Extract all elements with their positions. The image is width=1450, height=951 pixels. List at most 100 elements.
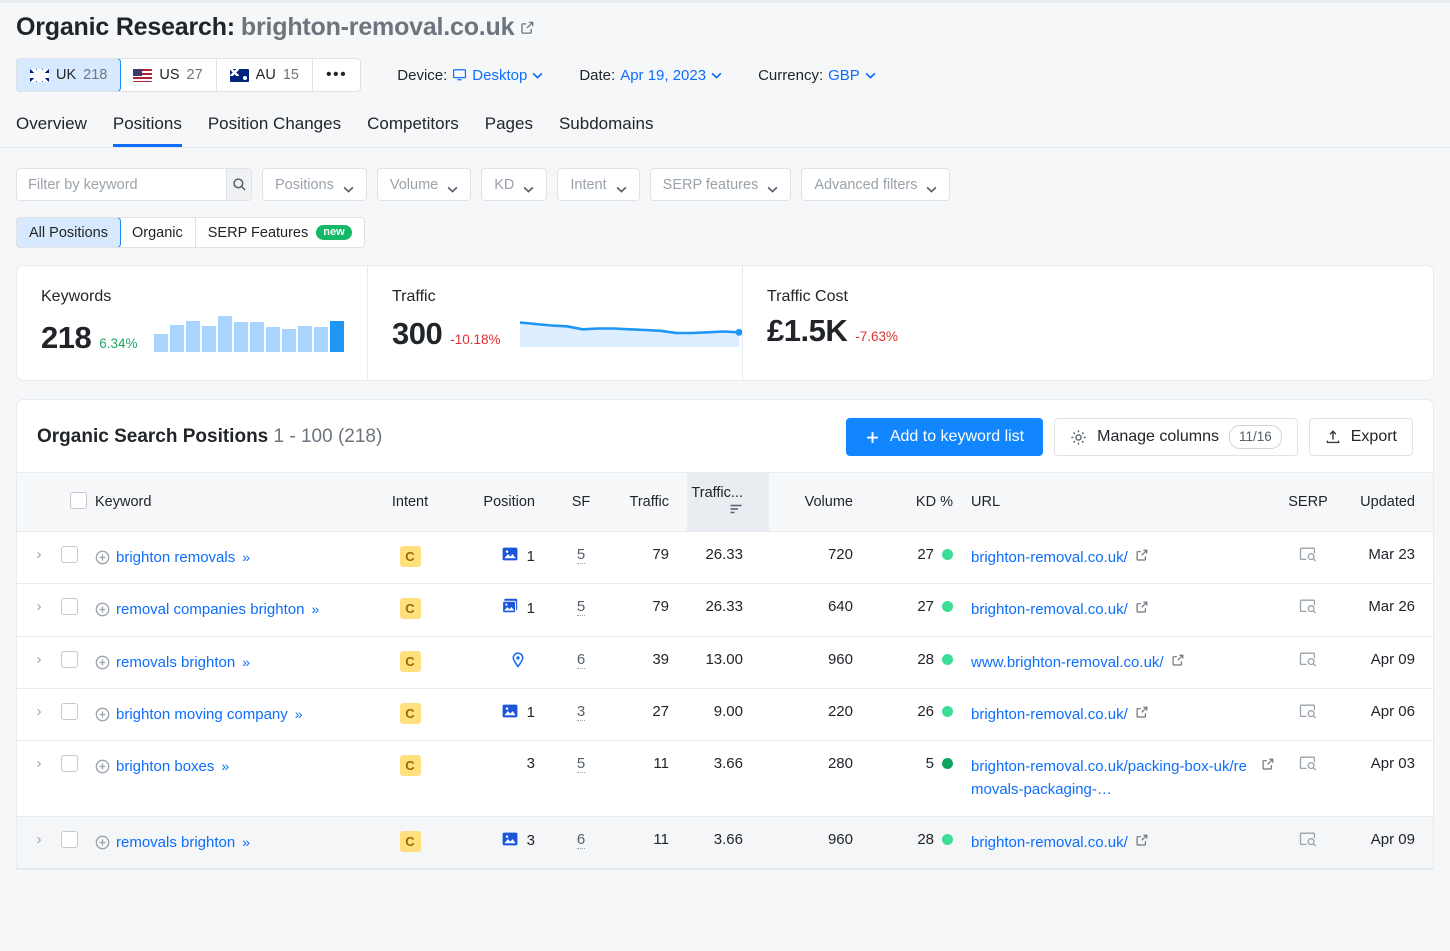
th-traffic-percent[interactable]: Traffic...: [687, 472, 769, 532]
local-pack-pin-icon[interactable]: [510, 651, 526, 672]
url-link[interactable]: brighton-removal.co.uk/: [971, 831, 1128, 854]
row-checkbox[interactable]: [61, 650, 78, 668]
image-pack-icon[interactable]: [502, 546, 518, 566]
database-item-us[interactable]: US 27: [120, 59, 217, 91]
image-pack-icon[interactable]: [502, 703, 518, 723]
row-checkbox[interactable]: [61, 830, 78, 848]
tab-competitors[interactable]: Competitors: [367, 114, 459, 147]
add-to-keyword-list-button[interactable]: Add to keyword list: [845, 418, 1044, 456]
serp-preview-icon[interactable]: [1299, 599, 1317, 618]
external-link-small-icon[interactable]: [1171, 653, 1185, 671]
intent-badge[interactable]: C: [399, 702, 421, 724]
serp-preview-icon[interactable]: [1299, 547, 1317, 566]
tab-pages[interactable]: Pages: [485, 114, 533, 147]
external-link-small-icon[interactable]: [1135, 600, 1149, 618]
th-position[interactable]: Position: [445, 472, 557, 532]
keyword-overview-arrows-icon[interactable]: »: [221, 758, 229, 774]
sf-value[interactable]: 3: [576, 702, 586, 721]
url-link[interactable]: brighton-removal.co.uk/: [971, 703, 1128, 726]
plus-circle-icon[interactable]: [95, 758, 110, 774]
sf-value[interactable]: 5: [576, 546, 586, 564]
serp-preview-icon[interactable]: [1299, 832, 1317, 851]
filter-positions[interactable]: Positions: [262, 168, 367, 201]
filter-advanced[interactable]: Advanced filters: [801, 168, 951, 201]
expand-row-button[interactable]: ›: [37, 755, 42, 772]
sf-value[interactable]: 6: [576, 830, 586, 849]
sf-value[interactable]: 5: [576, 598, 586, 617]
plus-circle-icon[interactable]: [95, 654, 110, 669]
external-link-icon[interactable]: [520, 20, 535, 35]
intent-badge[interactable]: C: [399, 755, 421, 776]
device-value[interactable]: Desktop: [472, 67, 527, 84]
search-input[interactable]: [17, 169, 226, 200]
keyword-link[interactable]: removals brighton: [116, 654, 235, 671]
filter-serp-features[interactable]: SERP features: [649, 168, 792, 201]
th-sf[interactable]: SF: [557, 472, 605, 532]
intent-badge[interactable]: C: [399, 830, 421, 852]
image-pack-icon[interactable]: [502, 831, 518, 851]
external-link-small-icon[interactable]: [1251, 757, 1275, 775]
filter-kd[interactable]: KD: [481, 168, 548, 201]
th-volume[interactable]: Volume: [769, 472, 875, 532]
more-databases-button[interactable]: •••: [313, 59, 360, 91]
row-checkbox[interactable]: [61, 702, 78, 720]
intent-badge[interactable]: C: [399, 598, 421, 620]
date-value[interactable]: Apr 19, 2023: [620, 67, 706, 84]
chevron-down-icon[interactable]: [711, 72, 722, 79]
intent-badge[interactable]: C: [399, 650, 421, 672]
keyword-link[interactable]: brighton moving company: [116, 706, 288, 723]
database-item-au[interactable]: AU 15: [217, 59, 313, 91]
row-checkbox[interactable]: [61, 598, 78, 616]
row-checkbox[interactable]: [61, 755, 78, 772]
tab-positions[interactable]: Positions: [113, 114, 182, 147]
keyword-link[interactable]: removal companies brighton: [116, 601, 304, 618]
th-kd[interactable]: KD %: [875, 472, 953, 532]
url-link[interactable]: brighton-removal.co.uk/packing-box-uk/re…: [971, 755, 1251, 802]
serp-preview-icon[interactable]: [1299, 704, 1317, 723]
tab-position-changes[interactable]: Position Changes: [208, 114, 341, 147]
row-checkbox[interactable]: [61, 546, 78, 563]
keyword-overview-arrows-icon[interactable]: »: [242, 549, 250, 565]
segment-all-positions[interactable]: All Positions: [16, 218, 121, 247]
currency-value[interactable]: GBP: [828, 67, 860, 84]
manage-columns-button[interactable]: Manage columns 11/16: [1054, 418, 1298, 456]
plus-circle-icon[interactable]: [95, 706, 110, 722]
external-link-small-icon[interactable]: [1135, 705, 1149, 723]
filter-intent[interactable]: Intent: [557, 168, 640, 201]
keyword-overview-arrows-icon[interactable]: »: [295, 706, 303, 722]
expand-row-button[interactable]: ›: [37, 546, 42, 563]
th-url[interactable]: URL: [953, 472, 1275, 532]
chevron-down-icon[interactable]: [532, 72, 543, 79]
table-row[interactable]: › brighton removals » C 1 5 79 26.33 720 27 bright…: [17, 531, 1433, 585]
expand-row-button[interactable]: ›: [37, 598, 42, 615]
table-row[interactable]: › brighton moving company » C 1 3 27 9.00 220 26 b…: [17, 688, 1433, 742]
th-intent[interactable]: Intent: [375, 472, 445, 532]
expand-row-button[interactable]: ›: [37, 651, 42, 668]
select-all-checkbox[interactable]: [69, 491, 87, 509]
plus-circle-icon[interactable]: [95, 834, 110, 849]
sf-value[interactable]: 5: [576, 755, 586, 773]
search-button[interactable]: [226, 169, 251, 200]
plus-circle-icon[interactable]: [95, 601, 110, 617]
external-link-small-icon[interactable]: [1135, 548, 1149, 566]
expand-row-button[interactable]: ›: [37, 831, 42, 848]
chevron-down-icon[interactable]: [865, 72, 876, 79]
tab-overview[interactable]: Overview: [16, 114, 87, 147]
th-keyword[interactable]: Keyword: [95, 472, 375, 532]
plus-circle-icon[interactable]: [95, 549, 110, 565]
keyword-overview-arrows-icon[interactable]: »: [242, 834, 250, 850]
th-updated[interactable]: Updated: [1341, 472, 1433, 532]
table-row[interactable]: › removal companies brighton » C 1 5 79 26.33 64…: [17, 583, 1433, 637]
url-link[interactable]: brighton-removal.co.uk/: [971, 598, 1128, 621]
serp-preview-icon[interactable]: [1299, 756, 1317, 775]
keyword-link[interactable]: brighton removals: [116, 549, 235, 566]
tab-subdomains[interactable]: Subdomains: [559, 114, 654, 147]
intent-badge[interactable]: C: [399, 546, 421, 567]
keyword-overview-arrows-icon[interactable]: »: [242, 654, 250, 670]
url-link[interactable]: brighton-removal.co.uk/: [971, 546, 1128, 569]
url-link[interactable]: www.brighton-removal.co.uk/: [971, 651, 1164, 674]
th-serp[interactable]: SERP: [1275, 472, 1341, 532]
serp-preview-icon[interactable]: [1299, 652, 1317, 671]
segment-organic[interactable]: Organic: [120, 218, 196, 247]
segment-serp-features[interactable]: SERP Features new: [196, 218, 364, 247]
